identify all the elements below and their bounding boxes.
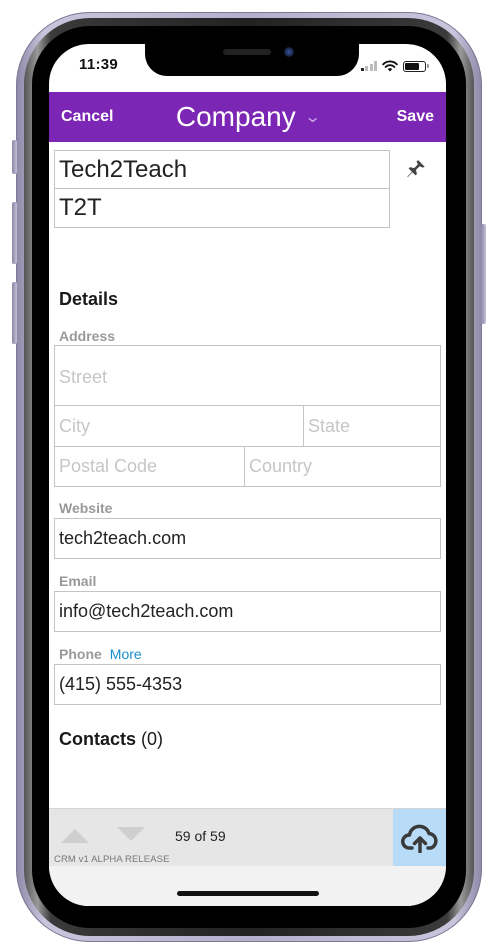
record-position: 59 of 59: [175, 828, 226, 844]
company-name-input[interactable]: [54, 150, 390, 189]
power-button: [481, 224, 486, 324]
front-camera: [284, 47, 294, 57]
contacts-count: (0): [141, 729, 164, 749]
company-short-name-input[interactable]: [54, 189, 390, 228]
battery-icon: [403, 60, 429, 72]
wifi-icon: [382, 60, 398, 72]
company-name-block: [54, 150, 390, 228]
navbar: Cancel Company ⌄ Save: [49, 92, 446, 142]
mute-switch: [12, 140, 17, 174]
address-label: Address: [59, 328, 116, 344]
cloud-upload-icon: [400, 824, 438, 853]
phone-screen: 11:39 Cancel Company ⌄ Save Tech2Teach T…: [49, 44, 446, 906]
phone-input[interactable]: [54, 664, 441, 705]
volume-down-button: [12, 282, 17, 344]
state-input[interactable]: [304, 406, 441, 447]
home-indicator-area: [49, 866, 446, 906]
city-input[interactable]: [54, 406, 304, 447]
page-title: Company: [175, 101, 296, 132]
contacts-heading[interactable]: Contacts (0): [59, 729, 163, 750]
bottom-toolbar: 59 of 59 CRM v1 ALPHA RELEASE: [49, 808, 446, 866]
pin-icon[interactable]: [405, 158, 427, 180]
status-time: 11:39: [79, 56, 119, 73]
status-icons: [360, 60, 429, 72]
phone-label-row: Phone More: [59, 646, 142, 662]
details-heading: Details: [59, 289, 119, 309]
release-label: CRM v1 ALPHA RELEASE: [54, 854, 170, 865]
phone-more-link[interactable]: More: [110, 646, 142, 662]
country-input[interactable]: [245, 447, 441, 487]
arrow-down-icon[interactable]: [117, 827, 145, 841]
postal-code-input[interactable]: [54, 447, 245, 487]
cancel-button[interactable]: Cancel: [61, 108, 113, 126]
save-button[interactable]: Save: [397, 108, 434, 126]
home-indicator[interactable]: [177, 891, 319, 896]
contacts-title: Contacts: [59, 729, 137, 749]
chevron-down-icon: ⌄: [303, 109, 322, 126]
website-input[interactable]: [54, 518, 441, 559]
email-label: Email: [59, 573, 97, 589]
sync-button[interactable]: [393, 809, 446, 866]
website-label: Website: [59, 500, 113, 516]
company-form: Details Address Website Email PhoneMore …: [49, 142, 446, 808]
email-input[interactable]: [54, 591, 441, 632]
arrow-up-icon[interactable]: [61, 829, 89, 843]
speaker-grille: [223, 49, 271, 55]
signal-icon: [360, 61, 377, 71]
notch: [145, 44, 359, 76]
phone-label: Phone: [59, 646, 102, 662]
record-type-selector[interactable]: Company ⌄: [175, 101, 322, 132]
volume-up-button: [12, 202, 17, 264]
street-input[interactable]: [54, 345, 441, 406]
address-fields: [54, 345, 441, 487]
